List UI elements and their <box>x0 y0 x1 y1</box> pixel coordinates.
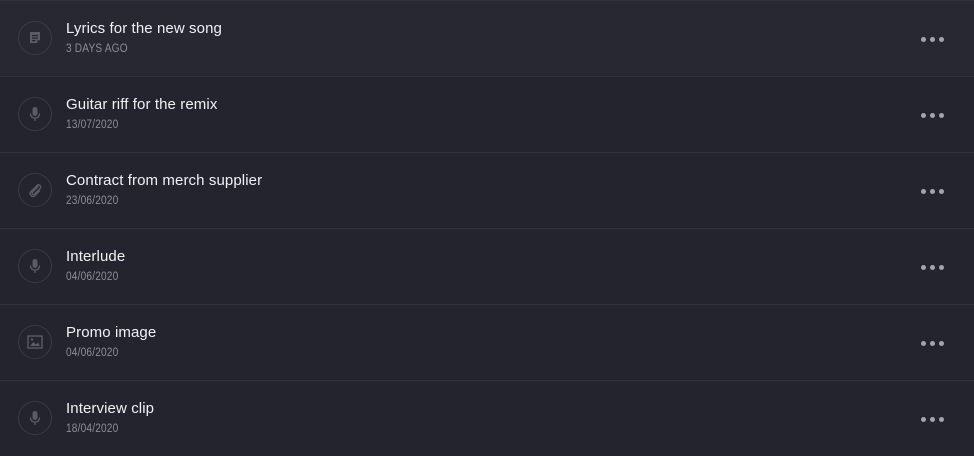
list-item[interactable]: Contract from merch supplier 23/06/2020 <box>0 152 974 228</box>
file-list: Lyrics for the new song 3 DAYS AGO Guita… <box>0 0 974 456</box>
dot-icon <box>929 416 935 422</box>
dot-icon <box>938 340 944 346</box>
item-date: 13/07/2020 <box>66 119 119 131</box>
dot-icon <box>938 416 944 422</box>
more-options-button[interactable] <box>914 29 950 49</box>
more-options-button[interactable] <box>914 333 950 353</box>
item-title: Promo image <box>66 324 157 341</box>
item-title: Lyrics for the new song <box>66 20 222 37</box>
item-date: 04/06/2020 <box>66 347 119 359</box>
item-date: 18/04/2020 <box>66 423 119 435</box>
more-options-button[interactable] <box>914 409 950 429</box>
dot-icon <box>920 36 926 42</box>
note-icon <box>18 21 52 55</box>
list-item[interactable]: Promo image 04/06/2020 <box>0 304 974 380</box>
dot-icon <box>929 340 935 346</box>
image-icon <box>18 325 52 359</box>
dot-icon <box>938 264 944 270</box>
item-date: 23/06/2020 <box>66 195 119 207</box>
item-title: Interview clip <box>66 400 155 417</box>
microphone-icon <box>18 249 52 283</box>
more-options-button[interactable] <box>914 105 950 125</box>
dot-icon <box>929 264 935 270</box>
paperclip-icon <box>18 173 52 207</box>
dot-icon <box>920 188 926 194</box>
dot-icon <box>929 36 935 42</box>
dot-icon <box>920 112 926 118</box>
item-title: Interlude <box>66 248 126 265</box>
item-title: Contract from merch supplier <box>66 172 263 189</box>
dot-icon <box>938 112 944 118</box>
microphone-icon <box>18 401 52 435</box>
dot-icon <box>938 188 944 194</box>
microphone-icon <box>18 97 52 131</box>
dot-icon <box>938 36 944 42</box>
list-item[interactable]: Lyrics for the new song 3 DAYS AGO <box>0 0 974 76</box>
dot-icon <box>920 340 926 346</box>
dot-icon <box>929 112 935 118</box>
dot-icon <box>929 188 935 194</box>
item-title: Guitar riff for the remix <box>66 96 218 113</box>
more-options-button[interactable] <box>914 257 950 277</box>
more-options-button[interactable] <box>914 181 950 201</box>
item-date: 3 DAYS AGO <box>66 43 128 55</box>
list-item[interactable]: Interlude 04/06/2020 <box>0 228 974 304</box>
dot-icon <box>920 264 926 270</box>
item-date: 04/06/2020 <box>66 271 119 283</box>
list-item[interactable]: Interview clip 18/04/2020 <box>0 380 974 456</box>
list-item[interactable]: Guitar riff for the remix 13/07/2020 <box>0 76 974 152</box>
dot-icon <box>920 416 926 422</box>
